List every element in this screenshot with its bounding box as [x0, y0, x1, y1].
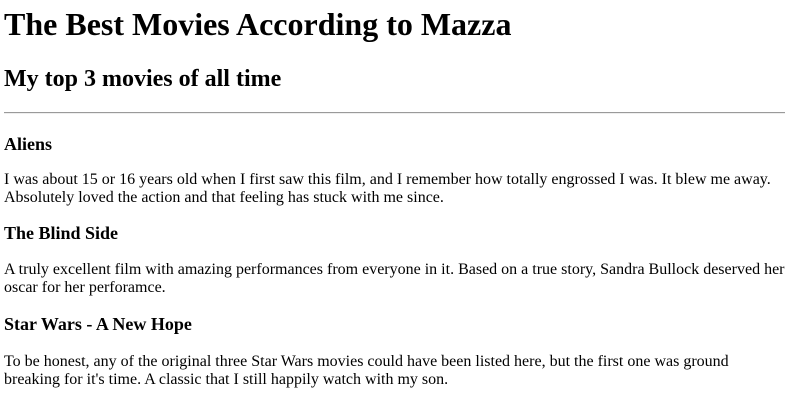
movie-title: The Blind Side — [4, 223, 119, 243]
page-title: The Best Movies According to Mazza — [4, 6, 512, 42]
page: The Best Movies According to Mazza My to… — [0, 0, 789, 404]
movie-title: Star Wars - A New Hope — [4, 314, 192, 334]
page-subtitle: My top 3 movies of all time — [4, 66, 282, 92]
movie-description: A truly excellent film with amazing perf… — [4, 261, 785, 296]
movie-description: I was about 15 or 16 years old when I fi… — [4, 171, 771, 206]
section-divider — [4, 112, 785, 114]
movie-description: To be honest, any of the original three … — [4, 353, 729, 388]
movie-title: Aliens — [4, 134, 53, 154]
